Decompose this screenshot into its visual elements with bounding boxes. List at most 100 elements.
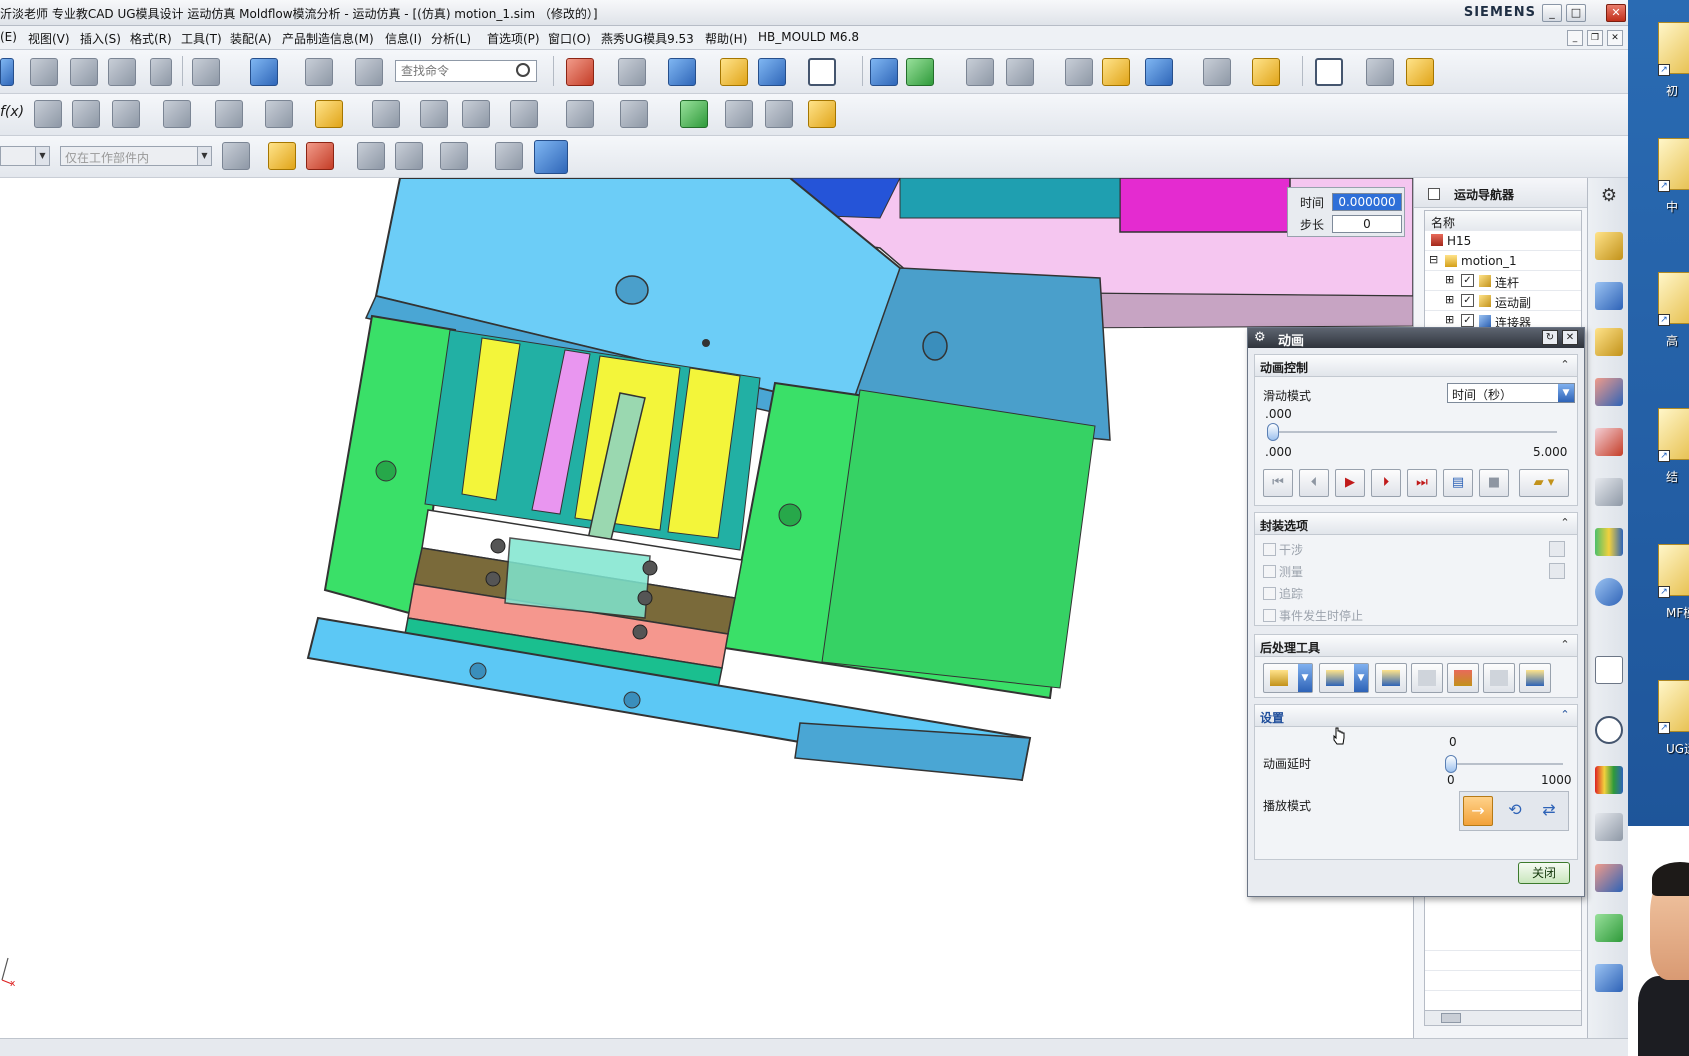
collapse-icon[interactable]: ⌃ <box>1557 358 1573 373</box>
desktop-shortcut-1[interactable]: ↗ 初 <box>1628 12 1689 112</box>
desktop-shortcut-3[interactable]: ↗ 高 <box>1628 262 1689 362</box>
tree-node-joints[interactable]: ⊞ ✓ 运动副 <box>1425 291 1581 311</box>
explode-tool-button[interactable] <box>1411 663 1443 693</box>
interference-settings-icon[interactable] <box>1549 541 1565 557</box>
menu-analysis[interactable]: 分析(L) <box>431 30 471 47</box>
render-style-icon[interactable] <box>668 58 696 86</box>
dialog-settings-icon[interactable]: ⚙ <box>1254 330 1266 345</box>
stop-button[interactable]: ■ <box>1479 469 1509 497</box>
vector-force-icon[interactable] <box>265 100 293 128</box>
close-button[interactable]: 关闭 <box>1518 862 1570 884</box>
collapse-icon[interactable]: ⌃ <box>1557 708 1573 723</box>
menu-tools[interactable]: 工具(T) <box>181 30 222 47</box>
palette-icon[interactable] <box>1595 766 1623 794</box>
fit-view-icon[interactable] <box>566 58 594 86</box>
delay-slider-knob[interactable] <box>1445 755 1457 773</box>
time-slider-track[interactable] <box>1271 431 1557 433</box>
link-icon[interactable] <box>34 100 62 128</box>
measure-settings-icon[interactable] <box>1549 563 1565 579</box>
collapse-icon[interactable]: ⊟ <box>1429 253 1438 266</box>
select-filter-icon[interactable] <box>222 142 250 170</box>
menu-edit[interactable]: (E) <box>0 30 17 44</box>
measure-checkbox[interactable] <box>1263 565 1276 578</box>
delete-icon[interactable] <box>150 58 172 86</box>
motion-navigator-icon[interactable] <box>1595 378 1623 406</box>
funnel-icon[interactable] <box>268 142 296 170</box>
navigator-column-header[interactable]: 名称 <box>1425 211 1581 231</box>
solve-icon[interactable] <box>680 100 708 128</box>
snap-icon[interactable] <box>1145 58 1173 86</box>
type-filter-dropdown[interactable]: ▼ <box>0 146 50 166</box>
assembly-icon[interactable] <box>1065 58 1093 86</box>
reset-icon[interactable] <box>1406 58 1434 86</box>
mdi-minimize-button[interactable]: _ <box>1567 30 1583 46</box>
export-tool-button[interactable] <box>1519 663 1551 693</box>
tree-node-links[interactable]: ⊞ ✓ 连杆 <box>1425 271 1581 291</box>
desktop-shortcut-2[interactable]: ↗ 中 <box>1628 128 1689 228</box>
visibility-checkbox[interactable]: ✓ <box>1461 274 1474 287</box>
slider-icon[interactable] <box>372 100 400 128</box>
window-icon[interactable] <box>1315 58 1343 86</box>
copy-icon[interactable] <box>70 58 98 86</box>
solid-body-icon[interactable] <box>495 142 523 170</box>
part-navigator-icon[interactable] <box>1595 328 1623 356</box>
measure-icon[interactable] <box>1006 58 1034 86</box>
clock-icon[interactable] <box>1595 716 1623 744</box>
cut-icon[interactable] <box>30 58 58 86</box>
expand-icon[interactable]: ⊞ <box>1445 293 1454 306</box>
wcs-icon[interactable] <box>250 58 278 86</box>
view-orient-icon[interactable] <box>618 58 646 86</box>
axis-icon[interactable] <box>1203 58 1231 86</box>
reuse-library-icon[interactable] <box>1595 428 1623 456</box>
delay-slider-track[interactable] <box>1451 763 1563 765</box>
dialog-reset-icon[interactable]: ↻ <box>1542 330 1558 345</box>
marker-icon[interactable] <box>215 100 243 128</box>
gear-joint-icon[interactable] <box>112 100 140 128</box>
desktop-shortcut-4[interactable]: ↗ 结 <box>1628 398 1689 498</box>
menu-information[interactable]: 信息(I) <box>385 30 422 47</box>
mold-model-graphic[interactable]: x <box>0 178 1414 1038</box>
joint-icon[interactable] <box>72 100 100 128</box>
3d-contact-icon[interactable] <box>462 100 490 128</box>
animation-control-header[interactable]: 动画控制 ⌃ <box>1255 355 1577 377</box>
step-forward-button[interactable]: ⏵ <box>1371 469 1401 497</box>
list-icon[interactable] <box>1595 964 1623 992</box>
navigator-horizontal-scrollbar[interactable] <box>1424 1010 1582 1026</box>
search-icon[interactable] <box>516 63 530 77</box>
crosshair-icon[interactable] <box>357 142 385 170</box>
snap-point-icon[interactable] <box>306 142 334 170</box>
menu-help[interactable]: 帮助(H) <box>705 30 747 47</box>
menu-yanxiu[interactable]: 燕秀UG模具9.53 <box>601 30 694 47</box>
manufacturing-icon[interactable] <box>1595 914 1623 942</box>
time-field[interactable]: 0.000000 <box>1332 193 1402 211</box>
section-view-icon[interactable] <box>758 58 786 86</box>
part-folder-icon[interactable] <box>720 58 748 86</box>
measure-tool-button[interactable]: ▼ <box>1263 663 1313 693</box>
export-movie-button[interactable]: ▤ <box>1443 469 1473 497</box>
menu-window[interactable]: 窗口(O) <box>548 30 591 47</box>
packaging-options-header[interactable]: 封装选项 ⌃ <box>1255 513 1577 535</box>
mdi-close-button[interactable]: ✕ <box>1607 30 1623 46</box>
sensor-icon[interactable] <box>725 100 753 128</box>
snapshot-dropdown-button[interactable]: ▰ ▾ <box>1519 469 1569 497</box>
navigator-pin-checkbox[interactable] <box>1428 188 1440 200</box>
datum-plane-icon[interactable] <box>870 58 898 86</box>
web-browser-icon[interactable] <box>1595 656 1623 684</box>
role-icon[interactable] <box>1595 813 1623 841</box>
close-window-button[interactable]: ✕ <box>1606 4 1626 22</box>
layer-icon[interactable] <box>305 58 333 86</box>
extrude-icon[interactable] <box>906 58 934 86</box>
paste-icon[interactable] <box>108 58 136 86</box>
ping-pong-icon[interactable]: ⇄ <box>1534 796 1564 826</box>
expression-fx-icon[interactable]: f(x) <box>0 104 24 120</box>
stop-on-event-checkbox[interactable] <box>1263 609 1276 622</box>
step-field[interactable]: 0 <box>1332 215 1402 233</box>
mdi-restore-button[interactable]: ❐ <box>1587 30 1603 46</box>
loop-icon[interactable]: ⟲ <box>1500 796 1530 826</box>
box-select-icon[interactable] <box>440 142 468 170</box>
desktop-shortcut-6[interactable]: ↗UG运 <box>1628 670 1689 770</box>
hd3d-icon[interactable] <box>1595 478 1623 506</box>
trace-checkbox[interactable] <box>1263 587 1276 600</box>
menu-hb-mould[interactable]: HB_MOULD M6.8 <box>758 30 859 44</box>
history-icon[interactable] <box>1595 528 1623 556</box>
